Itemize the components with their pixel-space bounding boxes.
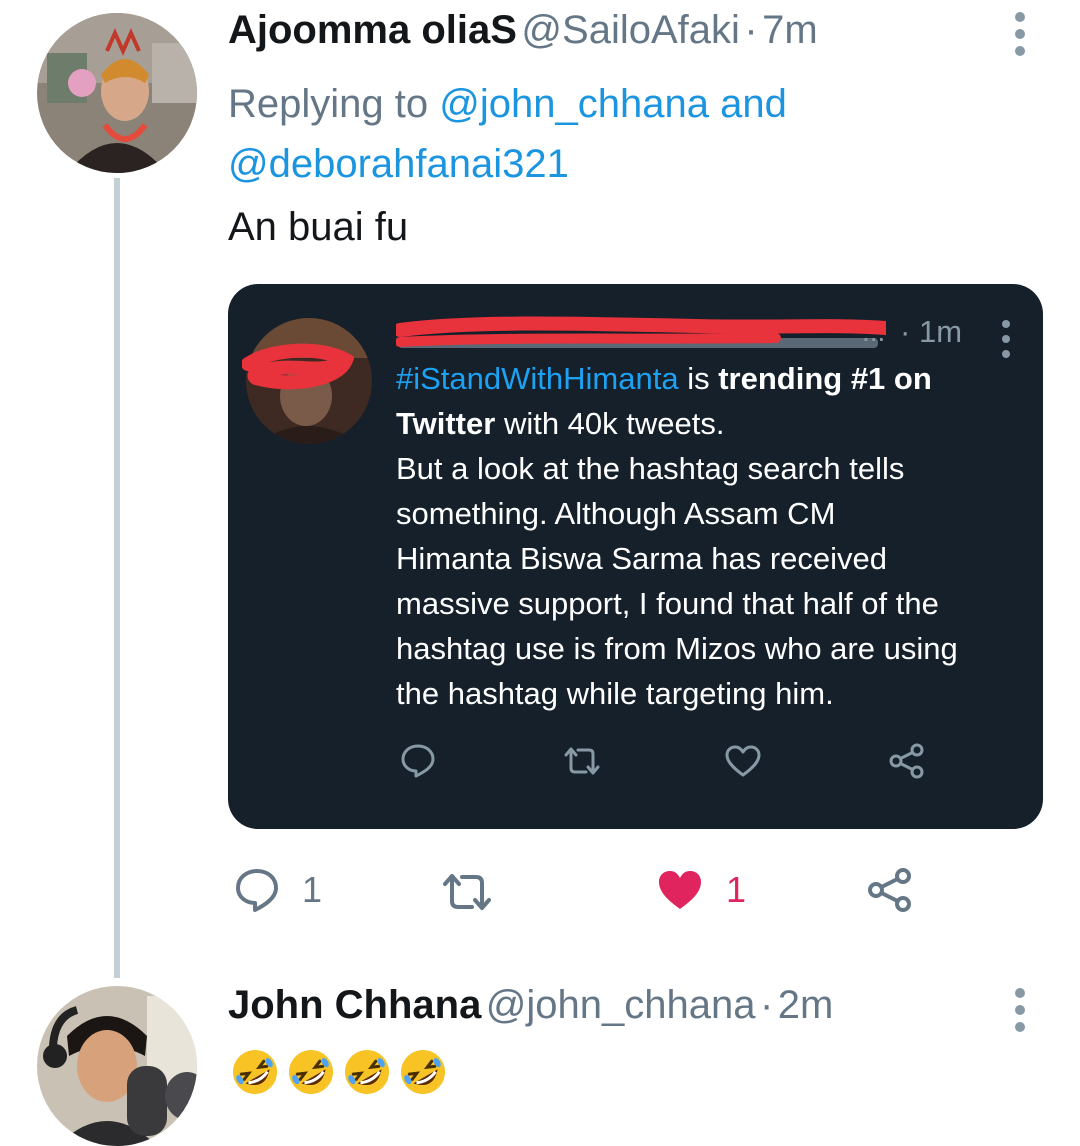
text-segment-bold: trending #1 on (718, 361, 932, 396)
rolling-laughing-face-emoji (345, 1050, 389, 1094)
reply-author-handle[interactable]: @john_chhana (486, 983, 756, 1027)
redaction-scribble-avatar (242, 343, 354, 390)
rolling-laughing-face-emoji (289, 1050, 333, 1094)
reply-author-avatar[interactable] (37, 986, 197, 1146)
share-icon (889, 743, 924, 779)
author-handle[interactable]: @SailoAfaki (521, 8, 739, 52)
author-name[interactable]: Ajoomma oliaS (228, 8, 517, 52)
like-count: 1 (726, 869, 747, 910)
like-button[interactable]: 1 (656, 868, 746, 912)
text-line: hashtag use is from Mizos who are using (396, 631, 958, 666)
speech-bubble-icon (236, 869, 278, 912)
heart-icon (659, 871, 701, 909)
reply-time[interactable]: 2m (778, 983, 834, 1027)
rolling-laughing-face-emoji (401, 1050, 445, 1094)
speech-bubble-icon (401, 744, 435, 778)
reply-author-name[interactable]: John Chhana (228, 983, 481, 1027)
text-line: something. Although Assam CM (396, 496, 836, 531)
text-line: the hashtag while targeting him. (396, 676, 834, 711)
quoted-time[interactable]: 1m (919, 314, 962, 349)
share-button[interactable] (866, 866, 914, 914)
quoted-tweet-card[interactable]: ... · 1m #iStandWithHimanta is trending … (228, 284, 1043, 829)
reply-more-menu[interactable] (1014, 988, 1026, 1032)
author-avatar[interactable] (37, 13, 197, 173)
header-separator: · (744, 8, 758, 52)
text-line: Himanta Biswa Sarma has received (396, 541, 888, 576)
reply-count: 1 (302, 869, 323, 910)
reply-button[interactable]: 1 (234, 867, 322, 913)
tweet-more-menu[interactable] (1014, 12, 1026, 56)
text-segment: with 40k tweets. (503, 406, 725, 441)
thread-connector-line (114, 178, 120, 978)
reply-handle-link[interactable]: @deborahfanai321 (228, 142, 569, 186)
more-dot (1015, 46, 1025, 56)
more-vertical-icon (1015, 988, 1025, 998)
quoted-meta: · 1m (900, 314, 962, 350)
quoted-share-button[interactable] (888, 742, 926, 780)
retweet-icon (564, 747, 600, 775)
quoted-retweet-button[interactable] (562, 746, 602, 776)
text-segment: is (687, 361, 710, 396)
reply-and-link[interactable]: and (720, 82, 787, 126)
retweet-button[interactable] (440, 872, 494, 912)
reply-emoji-text (230, 1047, 448, 1097)
more-dot (1015, 29, 1025, 39)
text-line: But a look at the hashtag search tells (396, 451, 905, 486)
share-icon (868, 868, 911, 912)
tweet-text: An buai fu (228, 205, 409, 249)
more-vertical-icon (1015, 12, 1025, 22)
quoted-reply-button[interactable] (400, 742, 436, 778)
text-line: massive support, I found that half of th… (396, 586, 939, 621)
quoted-like-button[interactable] (724, 744, 762, 778)
quoted-author-name-redacted (396, 316, 886, 354)
tweet-time[interactable]: 7m (762, 8, 818, 52)
quoted-tweet-text: #iStandWithHimanta is trending #1 on Twi… (396, 356, 1036, 716)
replying-prefix: Replying to (228, 82, 429, 126)
more-dot (1002, 335, 1010, 343)
hashtag-link[interactable]: #iStandWithHimanta (396, 361, 679, 396)
more-dot (1015, 1005, 1025, 1015)
text-segment-bold: Twitter (396, 406, 496, 441)
tweet-header: Ajoomma oliaS @SailoAfaki · 7m (228, 8, 818, 53)
heart-icon (725, 745, 761, 777)
rolling-laughing-face-emoji (233, 1050, 277, 1094)
quoted-handle-ellipsis: ... (862, 316, 886, 347)
reply-separator: · (759, 983, 774, 1027)
retweet-icon (443, 874, 491, 910)
more-dot (1015, 1022, 1025, 1032)
replying-to: Replying to @john_chhana and @deborahfan… (228, 74, 1028, 194)
more-vertical-icon (1002, 320, 1010, 328)
quoted-separator: · (900, 314, 911, 349)
reply-header: John Chhana @john_chhana · 2m (228, 983, 833, 1028)
quoted-more-menu[interactable] (1000, 320, 1012, 358)
reply-handle-link[interactable]: @john_chhana (439, 82, 709, 126)
